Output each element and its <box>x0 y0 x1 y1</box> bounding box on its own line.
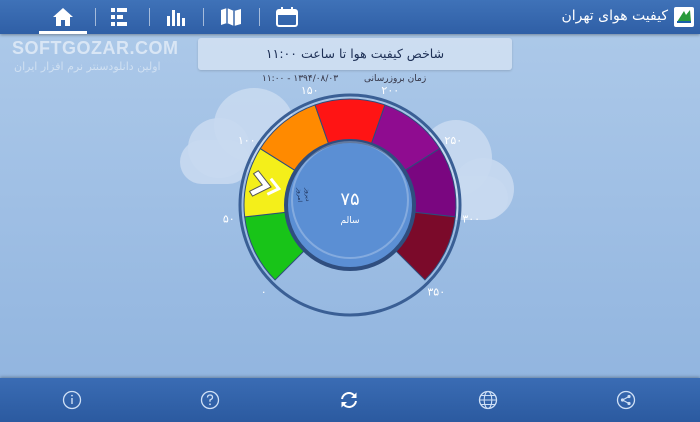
gauge-scale-label: ۱۵۰ <box>301 84 319 97</box>
gauge-scale-label: ۵۰ <box>223 213 235 226</box>
refresh-icon <box>341 392 357 408</box>
globe-icon <box>478 390 498 410</box>
share-button[interactable] <box>614 388 638 412</box>
aqi-value: ۷۵ <box>340 189 359 210</box>
gauge-scale-label: ۳۵۰ <box>427 285 445 298</box>
bottom-bar <box>0 378 700 422</box>
help-button[interactable] <box>198 388 222 412</box>
gauge-scale-label: ۲۰۰ <box>381 84 399 97</box>
gauge-scale-label: ۲۵۰ <box>444 134 462 147</box>
refresh-button[interactable] <box>337 388 361 412</box>
info-icon <box>62 390 82 410</box>
gauge-scale-label: ۳۰۰ <box>462 213 480 226</box>
help-icon <box>200 390 220 410</box>
gauge-scale-label: ۱۰۰ <box>238 134 256 147</box>
aqi-gauge: ۰ ۵۰ ۱۰۰ ۱۵۰ ۲۰۰ ۲۵۰ ۳۰۰ ۳۵۰ ۷۵ سالم امروز دیروز <box>223 84 480 317</box>
info-button[interactable] <box>60 388 84 412</box>
share-icon <box>616 390 636 410</box>
pointer-label-today: امروز <box>296 187 303 202</box>
language-button[interactable] <box>476 388 500 412</box>
pointer-label-yesterday: دیروز <box>304 187 311 202</box>
aqi-status: سالم <box>340 216 359 226</box>
gauge-scale-label: ۰ <box>261 285 267 298</box>
